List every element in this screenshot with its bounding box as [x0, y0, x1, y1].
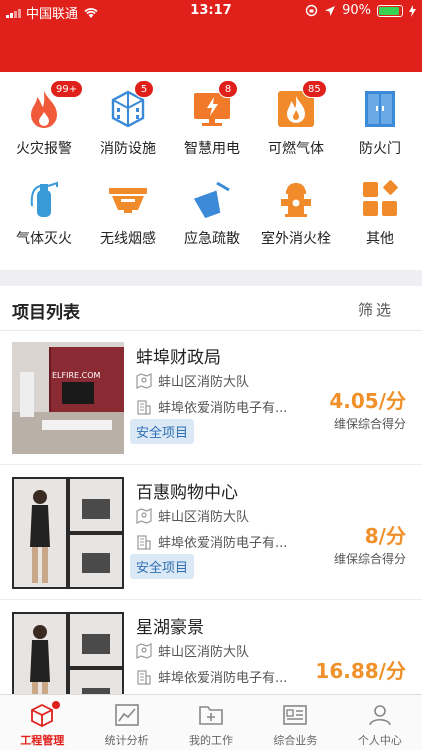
tab-label: 我的工作: [189, 734, 234, 747]
building-small-icon: [137, 534, 151, 550]
map-icon: [136, 372, 152, 389]
tab-2[interactable]: 我的工作: [169, 695, 253, 750]
score-label: 维保综合得分: [333, 552, 406, 566]
company-row: 蚌埠依爱消防电子有...: [136, 397, 287, 416]
grid-item-label: 气体灭火: [16, 231, 72, 247]
project-thumbnail: [12, 477, 124, 589]
status-bar: 中国联通 13:17 90%: [0, 0, 422, 22]
grid-icon: [359, 178, 401, 220]
district-label: 蚌山区消防大队: [158, 645, 250, 660]
grid-item-8[interactable]: 室外消火栓: [254, 168, 338, 254]
grid-item-9[interactable]: 其他: [338, 168, 422, 254]
extinguisher-icon: [23, 178, 65, 220]
tab-label: 统计分析: [104, 734, 149, 747]
cube-icon: [29, 703, 55, 728]
score-value: 8/分: [364, 524, 406, 548]
folder-plus-icon: [198, 703, 224, 727]
charging-icon: [409, 4, 416, 17]
company-label: 蚌埠依爱消防电子有...: [158, 671, 288, 686]
company-label: 蚌埠依爱消防电子有...: [158, 536, 288, 551]
tab-label: 综合业务: [273, 734, 318, 747]
grid-item-label: 智慧用电: [184, 141, 240, 157]
location-icon: [325, 5, 336, 16]
count-badge: 5: [134, 80, 154, 98]
evacuation-icon: [191, 178, 233, 220]
chart-icon: [114, 703, 140, 727]
district-row: 蚌山区消防大队: [136, 641, 249, 660]
district-row: 蚌山区消防大队: [136, 506, 249, 525]
tab-label: 工程管理: [20, 734, 65, 747]
company-row: 蚌埠依爱消防电子有...: [136, 667, 287, 686]
grid-item-label: 室外消火栓: [261, 231, 331, 247]
smoke-detector-icon: [107, 178, 149, 220]
building-small-icon: [137, 399, 151, 415]
map-icon: [136, 642, 152, 659]
grid-item-label: 无线烟感: [100, 231, 156, 247]
section-divider: [0, 270, 422, 286]
grid-item-label: 防火门: [359, 141, 401, 157]
id-card-icon: [282, 703, 308, 727]
district-row: 蚌山区消防大队: [136, 371, 249, 390]
project-item[interactable]: ELFIRE.COM 蚌埠财政局 蚌山区消防大队 蚌埠依爱消防电子有... 安全…: [0, 331, 422, 465]
tab-1[interactable]: 统计分析: [84, 695, 168, 750]
grid-item-1[interactable]: 5 消防设施: [86, 78, 170, 164]
count-badge: 85: [302, 80, 327, 98]
notification-dot: [52, 701, 60, 709]
app-header: [0, 22, 422, 72]
hydrant-icon: [275, 178, 317, 220]
list-header: 项目列表 筛选: [0, 286, 422, 331]
status-right: 90%: [305, 3, 416, 18]
grid-item-label: 应急疏散: [184, 231, 240, 247]
district-label: 蚌山区消防大队: [158, 375, 250, 390]
tab-3[interactable]: 综合业务: [253, 695, 337, 750]
count-badge: 99+: [50, 80, 84, 98]
battery-icon: [377, 4, 403, 17]
tab-4[interactable]: 个人中心: [338, 695, 422, 750]
battery-percent: 90%: [342, 3, 371, 18]
project-name: 百惠购物中心: [136, 483, 238, 503]
list-title: 项目列表: [12, 303, 80, 323]
svg-text:ELFIRE.COM: ELFIRE.COM: [52, 371, 101, 380]
project-thumbnail: ELFIRE.COM: [12, 342, 124, 454]
grid-item-3[interactable]: 85 可燃气体: [254, 78, 338, 164]
company-row: 蚌埠依爱消防电子有...: [136, 532, 287, 551]
tab-0[interactable]: 工程管理: [0, 695, 84, 750]
score-value: 16.88/分: [315, 659, 406, 683]
project-item[interactable]: 百惠购物中心 蚌山区消防大队 蚌埠依爱消防电子有... 安全项目 8/分维保综合得…: [0, 466, 422, 600]
person-icon: [367, 703, 393, 727]
score-label: 维保综合得分: [333, 417, 406, 431]
grid-item-2[interactable]: 8 智慧用电: [170, 78, 254, 164]
score-value: 4.05/分: [329, 389, 406, 413]
project-name: 蚌埠财政局: [136, 348, 221, 368]
district-label: 蚌山区消防大队: [158, 510, 250, 525]
count-badge: 8: [218, 80, 238, 98]
safety-tag: 安全项目: [130, 554, 195, 579]
map-icon: [136, 507, 152, 524]
project-list: 项目列表 筛选 ELFIRE.COM 蚌埠财政局 蚌山区消防大队 蚌埠依爱消防电…: [0, 286, 422, 735]
rotation-lock-icon: [305, 4, 318, 17]
grid-item-label: 火灾报警: [16, 141, 72, 157]
grid-item-0[interactable]: 99+ 火灾报警: [2, 78, 86, 164]
grid-item-6[interactable]: 无线烟感: [86, 168, 170, 254]
grid-item-7[interactable]: 应急疏散: [170, 168, 254, 254]
grid-item-label: 消防设施: [100, 141, 156, 157]
grid-item-5[interactable]: 气体灭火: [2, 168, 86, 254]
grid-item-label: 可燃气体: [268, 141, 324, 157]
project-name: 星湖豪景: [136, 618, 204, 638]
company-label: 蚌埠依爱消防电子有...: [158, 401, 288, 416]
grid-item-label: 其他: [366, 231, 394, 247]
grid-item-4[interactable]: 防火门: [338, 78, 422, 164]
function-grid: 99+ 火灾报警 5 消防设施 8 智慧用电 85 可燃气体 防火门 气体灭火 无线烟感 应急疏散 室外…: [0, 72, 422, 270]
building-small-icon: [137, 669, 151, 685]
safety-tag: 安全项目: [130, 419, 195, 444]
door-icon: [359, 88, 401, 130]
filter-button[interactable]: 筛选: [358, 299, 394, 320]
tab-label: 个人中心: [357, 734, 402, 747]
tab-bar: 工程管理 统计分析 我的工作 综合业务 个人中心: [0, 694, 422, 750]
